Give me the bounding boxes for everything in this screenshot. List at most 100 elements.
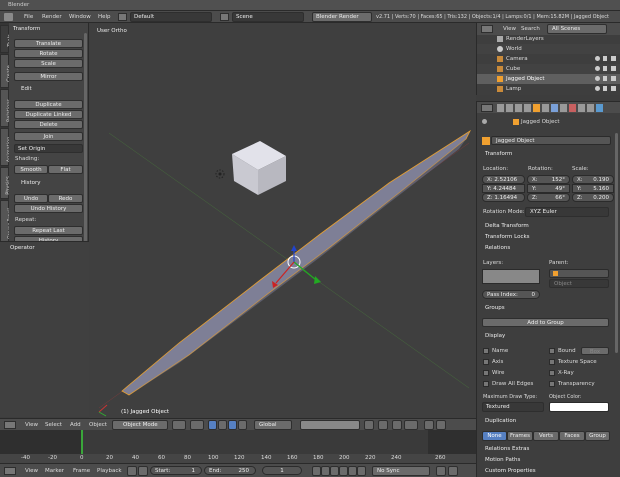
menu-help[interactable]: Help <box>98 14 111 20</box>
screen-layout-icon[interactable] <box>118 13 127 21</box>
bound-checkbox[interactable] <box>549 348 555 354</box>
menu-window[interactable]: Window <box>69 14 91 20</box>
object-menu[interactable]: Object <box>89 422 107 428</box>
jump-end-button[interactable] <box>357 466 366 476</box>
3d-viewport[interactable]: User Ortho (1) Jagged Object <box>89 23 476 418</box>
menu-file[interactable]: File <box>24 14 33 20</box>
render-animation-button[interactable] <box>436 420 446 430</box>
sync-mode-selector[interactable]: No Sync <box>372 466 430 476</box>
keyframe-toggle-button[interactable] <box>436 466 446 476</box>
particles-tab-icon[interactable] <box>587 104 594 112</box>
info-editor-icon[interactable] <box>4 13 13 21</box>
scale-manipulator[interactable] <box>238 420 247 430</box>
outliner-row[interactable]: World <box>477 44 620 54</box>
render-engine-selector[interactable]: Blender Render <box>312 12 372 22</box>
select-restrict-icon[interactable] <box>603 56 607 61</box>
transform-panel-header[interactable]: Transform <box>485 151 512 157</box>
location-y-field[interactable]: Y: 4.24484 <box>482 184 525 193</box>
edit-panel-title[interactable]: Edit <box>21 86 32 92</box>
pivot-selector[interactable] <box>190 420 204 430</box>
outliner-view-menu[interactable]: View <box>503 26 516 32</box>
select-menu[interactable]: Select <box>45 422 62 428</box>
end-frame-field[interactable]: End: 250 <box>204 466 256 475</box>
outliner-row[interactable]: Cube <box>477 64 620 74</box>
history-panel-title[interactable]: History <box>21 180 41 186</box>
translate-button[interactable]: Translate <box>14 39 83 48</box>
render-tab-icon[interactable] <box>497 104 504 112</box>
menu-render[interactable]: Render <box>42 14 62 20</box>
timeline-editor-icon[interactable] <box>4 467 16 475</box>
render-layers-tab-icon[interactable] <box>506 104 513 112</box>
flat-button[interactable]: Flat <box>48 165 83 174</box>
current-frame-indicator[interactable] <box>81 430 83 454</box>
object-color-swatch[interactable] <box>549 402 609 412</box>
layout-selector[interactable]: Default <box>130 12 212 22</box>
physics-tab-icon[interactable] <box>596 104 603 112</box>
outliner-row[interactable]: RenderLayers <box>477 35 620 44</box>
editor-type-icon[interactable] <box>4 421 16 429</box>
timeline-playback-menu[interactable]: Playback <box>97 468 122 474</box>
material-tab-icon[interactable] <box>569 104 576 112</box>
outliner-row-selected[interactable]: Jagged Object <box>477 74 620 84</box>
jump-start-button[interactable] <box>312 466 321 476</box>
prev-keyframe-button[interactable] <box>321 466 330 476</box>
translate-manipulator[interactable] <box>218 420 227 430</box>
rotation-x-field[interactable]: X: 152° <box>527 175 570 184</box>
add-menu[interactable]: Add <box>70 422 81 428</box>
rotate-button[interactable]: Rotate <box>14 49 83 58</box>
transparency-checkbox[interactable] <box>549 381 555 387</box>
texture-space-checkbox[interactable] <box>549 359 555 365</box>
timeline-marker-menu[interactable]: Marker <box>45 468 64 474</box>
shading-selector[interactable] <box>172 420 186 430</box>
visibility-icon[interactable] <box>595 56 600 61</box>
tab-tools[interactable]: Tools <box>0 25 14 53</box>
repeat-last-button[interactable]: Repeat Last <box>14 226 83 235</box>
manipulator-toggle[interactable] <box>208 420 217 430</box>
rotation-mode-selector[interactable]: XYZ Euler <box>525 207 609 217</box>
transform-locks-header[interactable]: Transform Locks <box>485 234 530 240</box>
rotate-manipulator[interactable] <box>228 420 237 430</box>
draw-all-edges-checkbox[interactable] <box>483 381 489 387</box>
auto-key-button[interactable] <box>448 466 458 476</box>
play-button[interactable] <box>339 466 348 476</box>
proportional-edit-button[interactable] <box>378 420 388 430</box>
render-restrict-icon[interactable] <box>611 66 616 71</box>
view-menu[interactable]: View <box>25 422 38 428</box>
current-frame-field[interactable]: 1 <box>262 466 302 475</box>
data-tab-icon[interactable] <box>560 104 567 112</box>
visibility-icon[interactable] <box>595 66 600 71</box>
display-header[interactable]: Display <box>485 333 505 339</box>
constraints-tab-icon[interactable] <box>542 104 549 112</box>
tab-relations[interactable]: Relations <box>0 89 13 127</box>
record-button[interactable] <box>127 466 137 476</box>
play-reverse-button[interactable] <box>330 466 339 476</box>
delete-button[interactable]: Delete <box>14 120 83 129</box>
outliner-row[interactable]: Camera <box>477 54 620 64</box>
mirror-button[interactable]: Mirror <box>14 72 83 81</box>
operator-panel-title[interactable]: Operator <box>10 245 35 251</box>
smooth-button[interactable]: Smooth <box>14 165 48 174</box>
duplicate-linked-button[interactable]: Duplicate Linked <box>14 110 83 119</box>
relations-extras-header[interactable]: Relations Extras <box>485 446 529 452</box>
world-tab-icon[interactable] <box>524 104 531 112</box>
relations-header[interactable]: Relations <box>485 245 510 251</box>
location-z-field[interactable]: Z: 1.16494 <box>482 193 525 202</box>
tab-animation[interactable]: Animation <box>0 128 13 166</box>
x-ray-checkbox[interactable] <box>549 370 555 376</box>
timeline-view-menu[interactable]: View <box>25 468 38 474</box>
next-keyframe-button[interactable] <box>348 466 357 476</box>
keying-set-button[interactable] <box>138 466 148 476</box>
duplication-header[interactable]: Duplication <box>485 418 516 424</box>
scale-x-field[interactable]: X: 0.190 <box>572 175 614 184</box>
snap-element-selector[interactable] <box>404 420 418 430</box>
scene-icon[interactable] <box>220 13 229 21</box>
render-restrict-icon[interactable] <box>611 86 616 91</box>
max-draw-type-selector[interactable]: Textured <box>482 402 544 412</box>
bound-type-selector[interactable]: Box <box>581 347 609 355</box>
custom-properties-header[interactable]: Custom Properties <box>485 468 536 474</box>
outliner-search-menu[interactable]: Search <box>521 26 540 32</box>
dup-tab-frames[interactable]: Frames <box>507 431 533 441</box>
visibility-icon[interactable] <box>595 76 600 81</box>
groups-header[interactable]: Groups <box>485 305 505 311</box>
snap-button[interactable] <box>392 420 402 430</box>
